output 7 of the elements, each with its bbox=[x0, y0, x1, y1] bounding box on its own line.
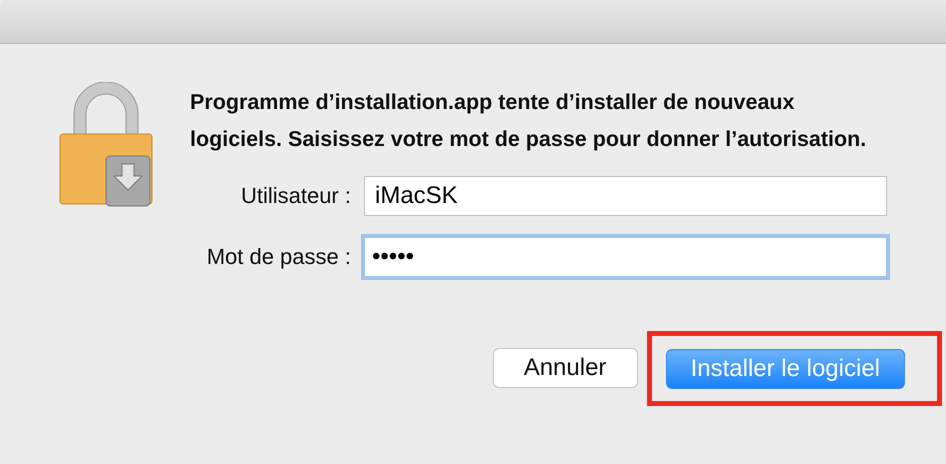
lock-icon bbox=[58, 82, 154, 208]
text-field[interactable]: iMacSK bbox=[364, 176, 887, 216]
cancel-button[interactable]: Annuler bbox=[492, 348, 638, 388]
field-label: Utilisateur : bbox=[240, 183, 351, 209]
text-field[interactable]: ••••• bbox=[361, 234, 890, 280]
field-label: Mot de passe : bbox=[206, 244, 351, 270]
dialog-message: Programme d’installation.app tente d’installer de nouveaux logiciels. Saisissez votre mot de passe pour donner l’autorisation. bbox=[190, 89, 868, 153]
